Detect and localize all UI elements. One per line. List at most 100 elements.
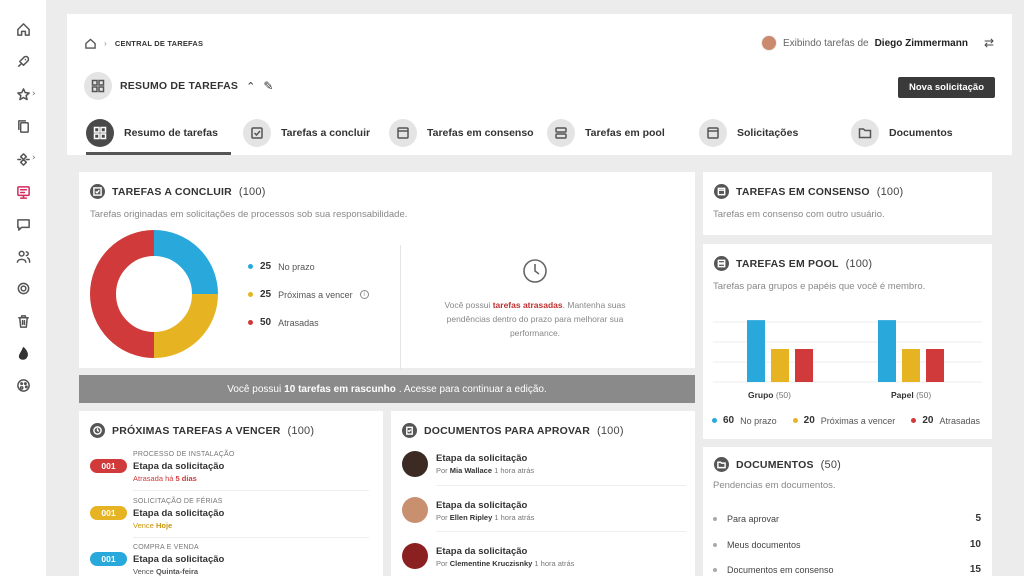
pool-bar-chart <box>713 320 982 383</box>
concluir-card[interactable]: TAREFAS A CONCLUIR (100) Tarefas origina… <box>79 172 695 370</box>
copy-icon[interactable] <box>14 117 32 135</box>
pin-icon[interactable]: ✎ <box>263 79 273 93</box>
donut-slice-próximas-a-vencer[interactable] <box>153 293 218 358</box>
clock-icon <box>90 423 105 438</box>
bar-papel-atrasadas[interactable] <box>926 349 944 382</box>
tab-label: Resumo de tarefas <box>124 127 218 139</box>
card-count: (50) <box>820 458 842 471</box>
checkbox-icon <box>243 119 271 147</box>
bar-papel-no-prazo[interactable] <box>878 320 896 382</box>
tab-label: Tarefas em consenso <box>427 127 534 139</box>
home-icon[interactable] <box>85 38 96 49</box>
trash-icon[interactable] <box>14 312 32 330</box>
legend-dot <box>248 292 253 297</box>
task-name: Etapa da solicitação <box>133 554 225 565</box>
legend-value: 50 <box>260 317 272 328</box>
tab-documentos[interactable]: Documentos <box>851 116 953 150</box>
settings-icon[interactable] <box>14 279 32 297</box>
legend-label: Atrasadas <box>278 317 319 328</box>
card-count: (100) <box>597 424 624 437</box>
users-icon[interactable] <box>14 247 32 265</box>
bar-grupo-atrasadas[interactable] <box>795 349 813 382</box>
late-link[interactable]: tarefas atrasadas <box>493 300 563 310</box>
legend-dot <box>911 418 917 423</box>
avatar <box>760 35 777 51</box>
legend-label: No prazo <box>740 415 777 426</box>
rocket-icon[interactable] <box>14 52 32 70</box>
avatar <box>402 451 428 477</box>
task-name: Etapa da solicitação <box>133 461 225 472</box>
task-due: Vence Quinta-feira <box>133 567 199 576</box>
proximas-card[interactable]: PRÓXIMAS TAREFAS A VENCER (100) 001 PROC… <box>79 411 383 576</box>
doc-author: Por Clementine Kruczisnky 1 hora atrás <box>436 559 575 568</box>
card-count: (100) <box>876 185 904 198</box>
chevron-right-icon[interactable]: › <box>32 153 36 163</box>
bar-papel-próximas-a-vencer[interactable] <box>902 349 920 382</box>
star-icon[interactable] <box>14 85 32 103</box>
switch-user-icon[interactable]: ⇄ <box>984 36 994 50</box>
legend-dot <box>712 418 717 423</box>
tab-resumo[interactable]: Resumo de tarefas <box>86 116 218 150</box>
clipboard-icon <box>402 423 417 438</box>
new-request-button[interactable]: Nova solicitação <box>898 77 995 98</box>
card-description: Tarefas para grupos e papéis que você é … <box>713 281 926 292</box>
info-icon[interactable]: i <box>359 290 369 299</box>
chat-icon[interactable] <box>14 215 32 233</box>
list-item[interactable]: Para aprovar 5 <box>713 513 981 524</box>
server-icon <box>547 119 575 147</box>
card-count: (100) <box>845 257 873 270</box>
task-board-icon[interactable] <box>14 183 32 201</box>
flame-icon[interactable] <box>14 344 32 362</box>
window-icon <box>699 119 727 147</box>
legend-item-proximas: 25 Próximas a vencer i <box>248 289 369 300</box>
viewer-info: Exibindo tarefas de Diego Zimmermann ⇄ <box>760 35 994 51</box>
status-badge: 001 <box>90 459 127 473</box>
tab-bar: Resumo de tarefas Tarefas a concluir Tar… <box>86 116 996 155</box>
bullet <box>713 516 717 521</box>
documentos-card[interactable]: DOCUMENTOS (50) Pendencias em documentos… <box>703 447 992 576</box>
status-badge: 001 <box>90 552 127 566</box>
tab-solicitacoes[interactable]: Solicitações <box>699 116 798 150</box>
pool-card[interactable]: TAREFAS EM POOL (100) Tarefas para grupo… <box>703 244 992 439</box>
task-due: Vence Hoje <box>133 521 173 530</box>
active-tab-indicator <box>86 152 231 155</box>
tab-concluir[interactable]: Tarefas a concluir <box>243 116 370 150</box>
task-due: Atrasada há 5 dias <box>133 474 197 483</box>
late-text: Você possui <box>444 300 491 310</box>
breadcrumb-current: CENTRAL DE TAREFAS <box>114 39 204 48</box>
draft-banner[interactable]: Você possui 10 tarefas em rascunho . Ace… <box>79 375 695 403</box>
viewer-prefix: Exibindo tarefas de <box>782 37 869 49</box>
divider <box>400 245 401 370</box>
tab-pool[interactable]: Tarefas em pool <box>547 116 665 150</box>
chevron-right-icon: › <box>104 39 107 48</box>
list-item[interactable]: Meus documentos 10 <box>713 539 981 550</box>
bar-grupo-próximas-a-vencer[interactable] <box>771 349 789 382</box>
card-title: TAREFAS EM POOL (100) <box>714 256 872 271</box>
donut-slice-atrasadas[interactable] <box>90 230 155 358</box>
tab-consenso[interactable]: Tarefas em consenso <box>389 116 534 150</box>
chevron-up-icon[interactable]: ⌃ <box>246 80 255 93</box>
avatar <box>402 543 428 569</box>
palette-icon[interactable] <box>14 376 32 394</box>
viewer-name: Diego Zimmermann <box>874 37 968 49</box>
card-title: DOCUMENTOS PARA APROVAR (100) <box>402 423 624 438</box>
donut-chart <box>90 230 218 358</box>
donut-slice-no-prazo[interactable] <box>153 230 218 295</box>
card-description: Tarefas em consenso com outro usuário. <box>713 209 885 220</box>
home-icon[interactable] <box>14 20 32 38</box>
x-tick-label: Papel (50) <box>891 390 932 400</box>
bar-grupo-no-prazo[interactable] <box>747 320 765 382</box>
legend-value: 60 <box>723 415 735 426</box>
docs-aprovar-card[interactable]: DOCUMENTOS PARA APROVAR (100) Etapa da s… <box>391 411 695 576</box>
network-icon[interactable] <box>14 150 32 168</box>
card-title-text: TAREFAS EM POOL <box>736 257 839 270</box>
process-name: SOLICITAÇÃO DE FÉRIAS <box>133 498 223 505</box>
card-title-text: TAREFAS A CONCLUIR <box>112 185 232 198</box>
consenso-card[interactable]: TAREFAS EM CONSENSO (100) Tarefas em con… <box>703 172 992 235</box>
chevron-right-icon[interactable]: › <box>32 89 36 99</box>
avatar <box>402 497 428 523</box>
card-description: Pendencias em documentos. <box>713 480 836 491</box>
list-item[interactable]: Documentos em consenso 15 <box>713 564 981 575</box>
tab-label: Documentos <box>889 127 953 139</box>
bullet <box>713 567 717 572</box>
